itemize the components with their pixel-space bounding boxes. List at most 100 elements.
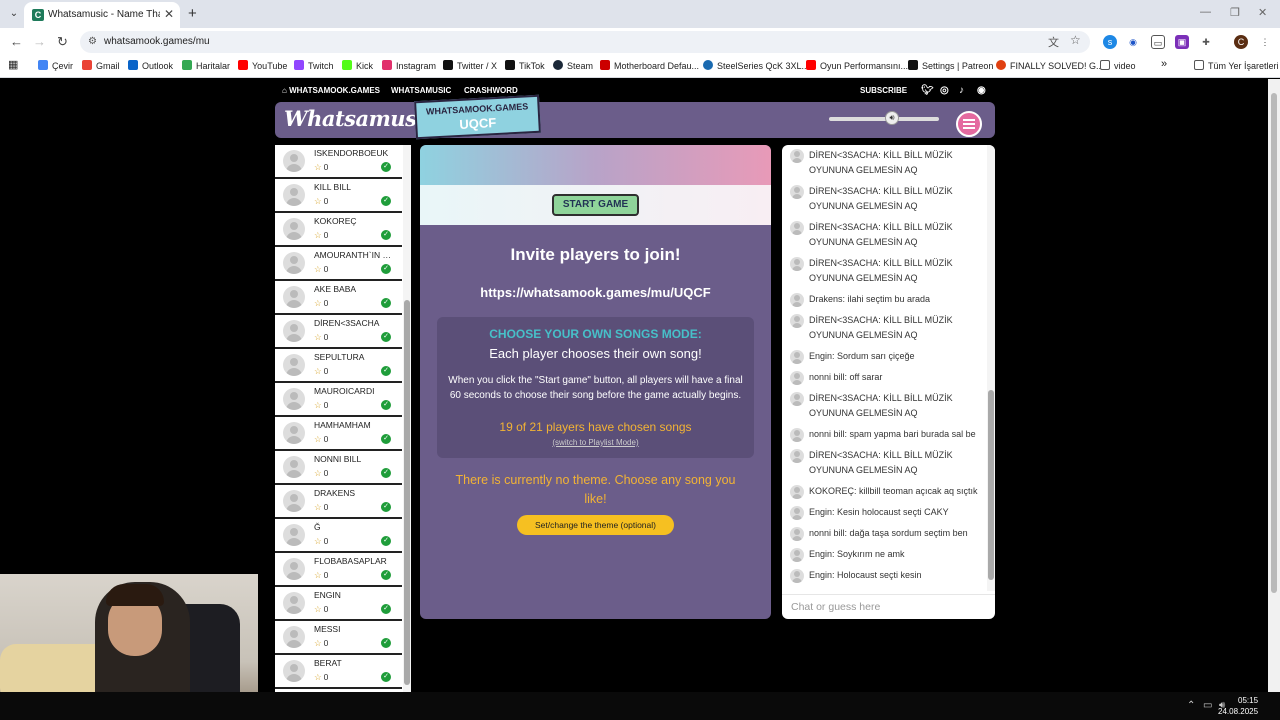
player-row[interactable]: DRAKENS ☆ 0 ✓ <box>275 485 402 519</box>
bookmark-item[interactable]: TikTok <box>505 60 545 71</box>
volume-speaker-icon[interactable]: 🔊︎ <box>885 111 899 125</box>
player-name: FLOBABASAPLAR <box>314 556 387 566</box>
bookmark-item[interactable]: Settings | Patreon <box>908 60 993 71</box>
bookmark-item[interactable]: SteelSeries QcK 3XL... <box>703 60 809 71</box>
chat-avatar <box>790 428 804 442</box>
extension-purple-icon[interactable]: ▣ <box>1175 35 1189 49</box>
network-icon[interactable]: ▭ <box>1203 700 1212 711</box>
player-avatar <box>283 354 305 376</box>
player-row[interactable]: ISKENDORBOEUK ☆ 0 ✓ <box>275 145 402 179</box>
bookmark-item[interactable]: Gmail <box>82 60 120 71</box>
player-row[interactable]: HAMHAMHAM ☆ 0 ✓ <box>275 417 402 451</box>
bookmark-item[interactable]: Outlook <box>128 60 173 71</box>
volume-slider[interactable]: 🔊︎ <box>829 111 939 125</box>
song-chosen-check-icon: ✓ <box>381 332 391 342</box>
player-name: ISKENDORBOEUK <box>314 148 389 158</box>
player-row[interactable]: KILL BILL ☆ 0 ✓ <box>275 179 402 213</box>
window-close-icon[interactable]: ✕ <box>1258 6 1267 19</box>
chat-scrollbar[interactable] <box>987 145 995 591</box>
browser-tab-bar: ⌄ C Whatsamusic - Name That Tune ✕ + — ❐… <box>0 0 1280 28</box>
apps-grid-icon[interactable]: ▦ <box>8 58 18 71</box>
player-row[interactable]: KOKOREÇ ☆ 0 ✓ <box>275 213 402 247</box>
tray-chevron-icon[interactable]: ⌃ <box>1187 700 1195 711</box>
reload-icon[interactable]: ↻ <box>57 34 68 50</box>
song-chosen-check-icon: ✓ <box>381 366 391 376</box>
player-row[interactable]: AMOURANTH`IN DI... ☆ 0 ✓ <box>275 247 402 281</box>
player-row[interactable]: Ğ ☆ 0 ✓ <box>275 519 402 553</box>
all-bookmarks-folder[interactable]: Tüm Yer İşaretleri <box>1194 60 1279 71</box>
player-row[interactable]: MESSI ☆ 0 ✓ <box>275 621 402 655</box>
page-scrollbar[interactable] <box>1268 79 1280 692</box>
set-theme-button[interactable]: Set/change the theme (optional) <box>517 515 674 535</box>
bookmark-item[interactable]: Çevir <box>38 60 73 71</box>
bookmark-item[interactable]: Motherboard Defau... <box>600 60 699 71</box>
extensions-puzzle-icon[interactable]: ✚ <box>1199 35 1213 49</box>
tiktok-icon[interactable]: ♪ <box>959 85 964 96</box>
chat-scrollbar-thumb[interactable] <box>988 390 994 580</box>
site-logo[interactable]: Whatsamusic <box>284 106 437 131</box>
mode-description: When you click the "Start game" button, … <box>448 375 743 401</box>
nav-subscribe-link[interactable]: SUBSCRIBE <box>860 86 907 95</box>
profile-avatar[interactable]: C <box>1234 35 1248 49</box>
player-row[interactable]: NONNI BILL ☆ 0 ✓ <box>275 451 402 485</box>
nav-crashword-link[interactable]: CRASHWORD <box>464 86 518 95</box>
switch-playlist-mode-link[interactable]: (switch to Playlist Mode) <box>437 438 754 447</box>
tab-close-icon[interactable]: ✕ <box>164 7 174 21</box>
bookmark-item[interactable]: Instagram <box>382 60 436 71</box>
bookmark-item[interactable]: YouTube <box>238 60 287 71</box>
start-game-button[interactable]: START GAME <box>552 194 639 216</box>
new-tab-icon[interactable]: + <box>188 5 197 22</box>
bookmark-item[interactable]: Steam <box>553 60 593 71</box>
bookmark-item[interactable]: Twitter / X <box>443 60 497 71</box>
player-list: ISKENDORBOEUK ☆ 0 ✓ KILL BILL ☆ 0 ✓ KOKOREÇ ☆ 0 ✓ AM… <box>275 145 411 689</box>
back-icon[interactable]: ← <box>10 34 23 49</box>
discord-icon[interactable]: ◉ <box>977 85 986 96</box>
chat-message-text: nonni bill: off sarar <box>809 372 883 382</box>
bookmark-item[interactable]: Kick <box>342 60 373 71</box>
player-row[interactable]: MAUROICARDI ☆ 0 ✓ <box>275 383 402 417</box>
browser-menu-icon[interactable]: ⋮ <box>1258 35 1272 49</box>
bookmark-item[interactable]: Twitch <box>294 60 334 71</box>
tab-list-chevron-icon[interactable]: ⌄ <box>6 6 22 22</box>
player-row[interactable]: AKE BABA ☆ 0 ✓ <box>275 281 402 315</box>
players-scrollbar[interactable] <box>403 145 411 692</box>
bookmark-item[interactable]: Haritalar <box>182 60 230 71</box>
player-row[interactable]: BERAT ☆ 0 ✓ <box>275 655 402 689</box>
nav-home-link[interactable]: ⌂ WHATSAMOOK.GAMES <box>282 86 380 95</box>
chat-avatar <box>790 185 804 199</box>
bookmark-star-icon[interactable]: ☆ <box>1070 33 1081 47</box>
taskbar-clock[interactable]: 05:15 24.08.2025 <box>1218 695 1258 717</box>
bookmark-item[interactable]: Oyun Performansını... <box>806 60 908 71</box>
url-bar[interactable]: ⚙ whatsamook.games/mu 文 ☆ <box>80 31 1090 53</box>
invite-link[interactable]: https://whatsamook.games/mu/UQCF <box>420 285 771 300</box>
player-score: ☆ 0 <box>314 434 328 445</box>
player-row[interactable]: ENGIN ☆ 0 ✓ <box>275 587 402 621</box>
extension-icon[interactable]: s <box>1103 35 1117 49</box>
player-avatar <box>283 320 305 342</box>
twitter-icon[interactable]: 🐦︎ <box>921 85 934 96</box>
player-row[interactable]: FLOBABASAPLAR ☆ 0 ✓ <box>275 553 402 587</box>
chat-avatar <box>790 527 804 541</box>
player-row[interactable]: DİREN<3SACHA ☆ 0 ✓ <box>275 315 402 349</box>
song-chosen-check-icon: ✓ <box>381 264 391 274</box>
site-info-icon[interactable]: ⚙ <box>88 36 97 47</box>
more-bookmarks-icon[interactable]: » <box>1161 58 1167 70</box>
instagram-icon[interactable]: ◎ <box>940 85 949 96</box>
minimize-icon[interactable]: — <box>1200 6 1211 18</box>
browser-tab-active[interactable]: C Whatsamusic - Name That Tune ✕ <box>24 2 180 28</box>
hamburger-menu-icon[interactable] <box>956 111 982 137</box>
forward-icon[interactable]: → <box>33 34 46 49</box>
extension-audio-icon[interactable]: ◉ <box>1126 35 1140 49</box>
chat-input[interactable]: Chat or guess here <box>782 594 995 619</box>
extension-cast-icon[interactable]: ▭ <box>1151 35 1165 49</box>
restore-icon[interactable]: ❐ <box>1230 6 1240 19</box>
players-scrollbar-thumb[interactable] <box>404 300 410 685</box>
song-chosen-check-icon: ✓ <box>381 604 391 614</box>
page-scrollbar-thumb[interactable] <box>1271 93 1277 593</box>
webcam-hair <box>106 584 164 606</box>
bookmark-folder[interactable]: video <box>1100 60 1136 71</box>
nav-whatsamusic-link[interactable]: WHATSAMUSIC <box>391 86 451 95</box>
translate-icon[interactable]: 文 <box>1048 34 1059 50</box>
player-row[interactable]: SEPULTURA ☆ 0 ✓ <box>275 349 402 383</box>
bookmark-item[interactable]: FINALLY SOLVED! G... <box>996 60 1104 71</box>
